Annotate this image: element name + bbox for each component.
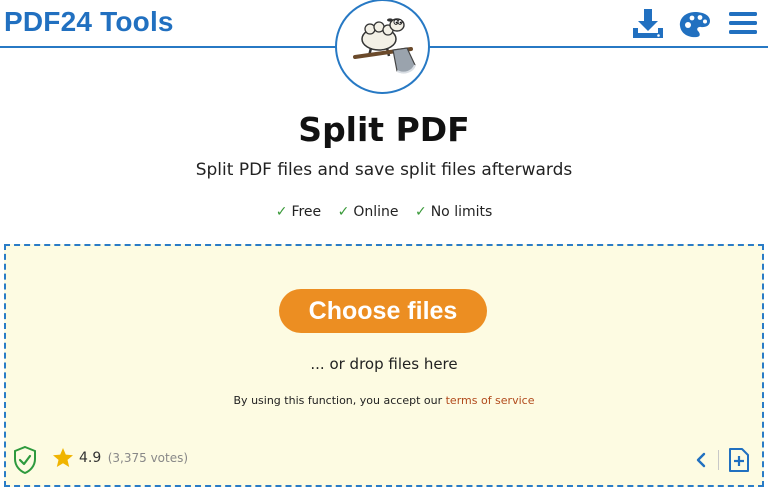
feature-item: ✓ Online [338,204,399,220]
divider [718,450,719,470]
feature-label: Free [291,204,322,220]
terms-of-service-link[interactable]: terms of service [446,394,535,407]
choose-files-button[interactable]: Choose files [279,289,487,333]
terms-prefix: By using this function, you accept our [233,394,446,407]
palette-icon[interactable] [678,10,712,44]
chevron-left-icon[interactable] [694,452,708,472]
check-icon: ✓ [337,204,350,220]
pdf24-logo[interactable]: PDF24 Tools [4,6,174,38]
menu-icon[interactable] [728,11,758,39]
check-icon: ✓ [414,204,427,220]
rating: 4.9 (3,375 votes) [79,450,188,466]
star-icon [52,447,74,472]
download-icon[interactable] [631,8,665,44]
terms-notice: By using this function, you accept our t… [0,394,768,407]
feature-label: No limits [430,204,493,220]
rating-votes: (3,375 votes) [107,451,189,465]
page-subtitle: Split PDF files and save split files aft… [195,160,573,180]
add-file-icon[interactable] [727,447,751,477]
check-icon: ✓ [275,204,288,220]
mascot-logo [335,0,430,94]
page-title: Split PDF [298,110,470,149]
feature-list: ✓ Free ✓ Online ✓ No limits [0,204,768,220]
feature-item: ✓ Free [276,204,321,220]
feature-label: Online [353,204,399,220]
rating-value: 4.9 [79,450,102,466]
feature-item: ✓ No limits [415,204,492,220]
shield-check-icon[interactable] [13,445,37,478]
drop-hint: ... or drop files here [310,355,458,373]
